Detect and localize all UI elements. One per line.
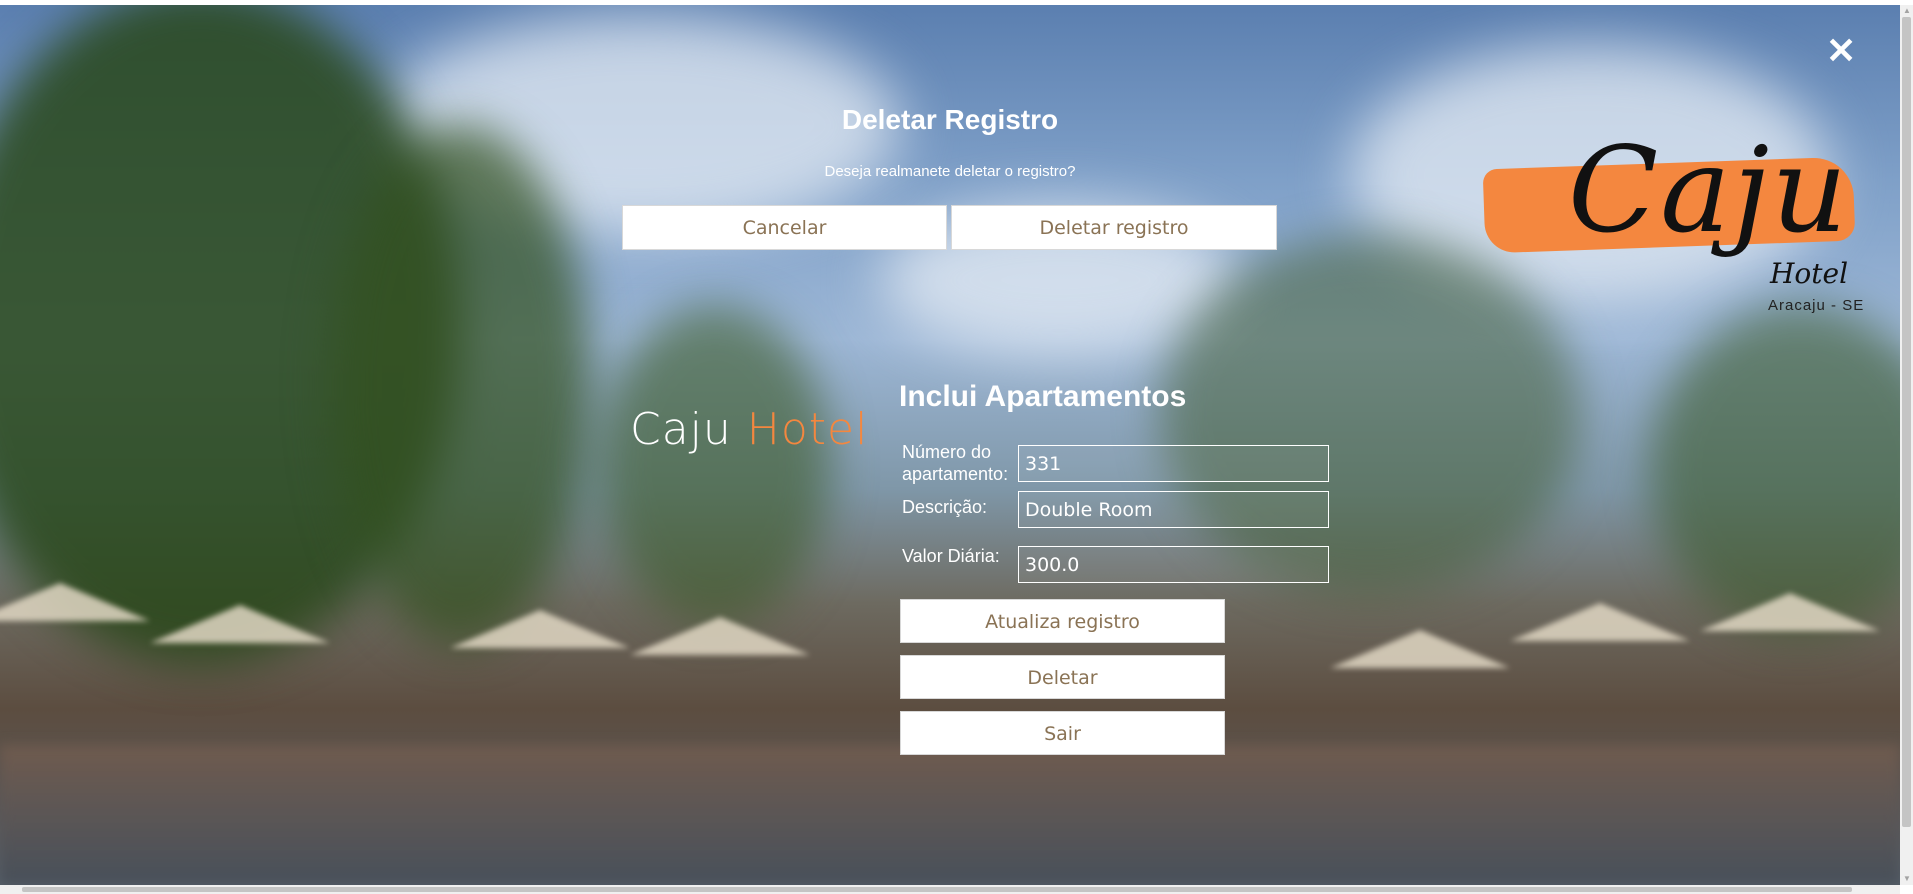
logo-subtitle: Hotel — [1770, 257, 1849, 290]
description-input[interactable] — [1018, 491, 1329, 528]
vertical-scroll-thumb[interactable] — [1902, 17, 1911, 827]
brand-second: Hotel — [746, 404, 869, 455]
apartment-number-input[interactable] — [1018, 445, 1329, 482]
cancel-button[interactable]: Cancelar — [622, 205, 947, 250]
delete-modal-title: Deletar Registro — [841, 104, 1059, 135]
apartment-number-label: Número do apartamento: — [902, 442, 1009, 484]
delete-button[interactable]: Deletar — [900, 655, 1225, 699]
logo-location: Aracaju - SE — [1768, 297, 1865, 314]
confirm-delete-button[interactable]: Deletar registro — [951, 205, 1277, 250]
daily-rate-label: Valor Diária: — [902, 546, 1000, 566]
scroll-up-arrow-icon[interactable]: ▲ — [1903, 7, 1911, 15]
close-icon[interactable]: ✕ — [1826, 33, 1856, 69]
horizontal-scrollbar[interactable] — [0, 885, 1900, 894]
logo-word: Caju — [1568, 121, 1850, 259]
form-title: Inclui Apartamentos — [899, 380, 1187, 413]
daily-rate-input[interactable] — [1018, 546, 1329, 583]
scroll-down-arrow-icon[interactable]: ▼ — [1903, 875, 1911, 883]
caju-hotel-logo: Caju Hotel Aracaju - SE — [1480, 125, 1875, 330]
description-label: Descrição: — [902, 497, 988, 517]
brand-text: Caju Hotel — [630, 404, 868, 455]
exit-button[interactable]: Sair — [900, 711, 1225, 755]
update-record-button[interactable]: Atualiza registro — [900, 599, 1225, 643]
vertical-scrollbar[interactable]: ▲ ▼ — [1900, 5, 1913, 885]
delete-modal-message: Deseja realmanete deletar o registro? — [824, 163, 1076, 180]
brand-first: Caju — [630, 404, 732, 455]
horizontal-scroll-thumb[interactable] — [22, 887, 1852, 892]
